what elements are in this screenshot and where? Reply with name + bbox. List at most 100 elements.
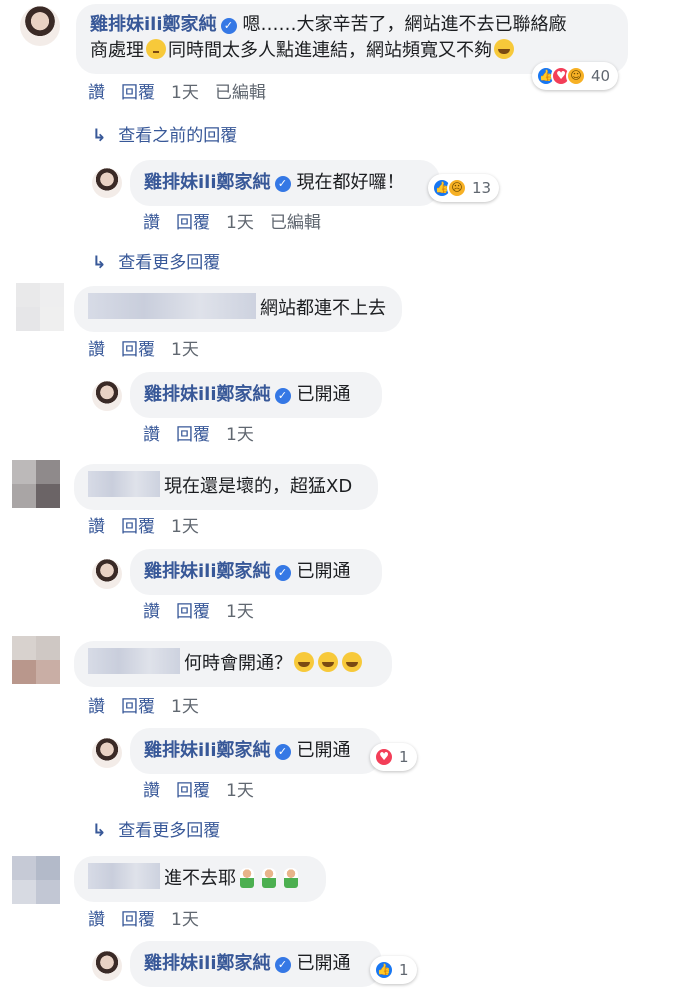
- reaction-summary[interactable]: 👍 ☹ 13: [428, 174, 500, 202]
- author-name-link[interactable]: 雞排妹ili鄭家純: [144, 384, 271, 405]
- user-avatar[interactable]: [12, 460, 60, 508]
- reply-link[interactable]: 回覆: [121, 517, 155, 537]
- comment-bubble: 現在還是壞的，超猛XD: [74, 464, 378, 510]
- person-gesture-emoji-icon: [284, 868, 298, 888]
- like-link[interactable]: 讚: [143, 781, 160, 801]
- comment-text: 網站都連不上去: [260, 298, 386, 319]
- reply-bubble: 雞排妹ili鄭家純 ✓ 已開通: [130, 728, 382, 774]
- verified-badge-icon: ✓: [274, 176, 291, 192]
- timestamp[interactable]: 1天: [226, 781, 254, 801]
- reply-arrow-icon: ↳: [92, 126, 107, 146]
- author-name-link[interactable]: 雞排妹ili鄭家純: [144, 172, 271, 193]
- timestamp[interactable]: 1天: [171, 83, 199, 103]
- reply-text: 已開通: [296, 953, 351, 974]
- see-previous-replies-link[interactable]: ↳ 查看之前的回覆: [92, 121, 237, 146]
- reply-actions: 讚回覆 1天: [143, 420, 270, 445]
- reply-link[interactable]: 回覆: [121, 697, 155, 717]
- sad-face-emoji-icon: [146, 39, 166, 59]
- author-name-link[interactable]: 雞排妹ili鄭家純: [144, 561, 271, 582]
- reply-link[interactable]: 回覆: [176, 425, 210, 445]
- reply-link[interactable]: 回覆: [176, 781, 210, 801]
- redacted-username[interactable]: [88, 648, 180, 674]
- like-link[interactable]: 讚: [88, 697, 105, 717]
- like-link[interactable]: 讚: [143, 213, 160, 233]
- like-link[interactable]: 讚: [143, 602, 160, 622]
- verified-badge-icon: ✓: [274, 388, 291, 404]
- like-reaction-icon: 👍: [374, 960, 394, 980]
- reply-actions: 讚回覆 1天: [143, 776, 270, 801]
- timestamp[interactable]: 1天: [171, 340, 199, 360]
- timestamp[interactable]: 1天: [226, 602, 254, 622]
- reply-link[interactable]: 回覆: [121, 910, 155, 930]
- edited-label[interactable]: 已編輯: [215, 83, 266, 103]
- reaction-summary[interactable]: ♥ 1: [370, 743, 417, 771]
- user-avatar[interactable]: [12, 856, 60, 904]
- like-link[interactable]: 讚: [88, 83, 105, 103]
- reply-arrow-icon: ↳: [92, 821, 107, 841]
- comment-text: 何時會開通？: [184, 653, 292, 674]
- author-avatar[interactable]: [92, 381, 122, 411]
- reply-link[interactable]: 回覆: [121, 340, 155, 360]
- reply-actions: 讚回覆 1天 已編輯: [143, 208, 337, 233]
- redacted-username[interactable]: [88, 863, 160, 889]
- reply-arrow-icon: ↳: [92, 253, 107, 273]
- author-avatar[interactable]: [92, 168, 122, 198]
- reply-text: 已開通: [296, 740, 351, 761]
- verified-badge-icon: ✓: [220, 18, 237, 34]
- reply-link[interactable]: 回覆: [176, 602, 210, 622]
- timestamp[interactable]: 1天: [171, 697, 199, 717]
- author-name-link[interactable]: 雞排妹ili鄭家純: [144, 740, 271, 761]
- reply-text: 現在都好囉！: [296, 172, 405, 193]
- timestamp[interactable]: 1天: [171, 910, 199, 930]
- author-name-link[interactable]: 雞排妹ili鄭家純: [90, 14, 217, 35]
- laughing-emoji-icon: [318, 652, 338, 672]
- comment-actions: 讚回覆 1天: [88, 335, 215, 360]
- user-avatar[interactable]: [16, 283, 64, 331]
- see-more-label: 查看更多回覆: [118, 821, 221, 841]
- user-avatar[interactable]: [12, 636, 60, 684]
- reaction-count: 40: [591, 67, 611, 85]
- comment-bubble: 網站都連不上去: [74, 286, 402, 332]
- comment-text: 現在還是壞的，超猛XD: [164, 476, 353, 497]
- verified-badge-icon: ✓: [274, 957, 291, 973]
- reply-text: 已開通: [296, 384, 351, 405]
- timestamp[interactable]: 1天: [226, 213, 254, 233]
- reaction-summary[interactable]: 👍 1: [370, 956, 417, 984]
- like-link[interactable]: 讚: [88, 910, 105, 930]
- crying-face-emoji-icon: [494, 39, 514, 59]
- reaction-summary[interactable]: 👍 ♥ ☺ 40: [532, 62, 619, 90]
- reaction-count: 1: [399, 961, 409, 979]
- redacted-username[interactable]: [88, 471, 160, 497]
- author-name-link[interactable]: 雞排妹ili鄭家純: [144, 953, 271, 974]
- see-more-replies-link[interactable]: ↳ 查看更多回覆: [92, 248, 220, 273]
- timestamp[interactable]: 1天: [226, 425, 254, 445]
- reply-text: 已開通: [296, 561, 351, 582]
- edited-label[interactable]: 已編輯: [270, 213, 321, 233]
- reply-bubble: 雞排妹ili鄭家純 ✓ 已開通: [130, 372, 382, 418]
- author-avatar[interactable]: [92, 559, 122, 589]
- comment-actions: 讚回覆 1天: [88, 905, 215, 930]
- comment-bubble: 何時會開通？: [74, 641, 392, 687]
- laughing-emoji-icon: [294, 652, 314, 672]
- like-link[interactable]: 讚: [143, 425, 160, 445]
- reaction-count: 1: [399, 748, 409, 766]
- see-previous-label: 查看之前的回覆: [118, 126, 238, 146]
- redacted-username[interactable]: [88, 293, 256, 319]
- author-avatar[interactable]: [20, 6, 60, 46]
- author-avatar[interactable]: [92, 951, 122, 981]
- reply-link[interactable]: 回覆: [176, 213, 210, 233]
- like-link[interactable]: 讚: [88, 340, 105, 360]
- verified-badge-icon: ✓: [274, 744, 291, 760]
- comment-actions: 讚回覆 1天: [88, 692, 215, 717]
- person-gesture-emoji-icon: [240, 868, 254, 888]
- author-avatar[interactable]: [92, 738, 122, 768]
- comment-actions: 讚回覆 1天: [88, 512, 215, 537]
- love-reaction-icon: ♥: [374, 747, 394, 767]
- laughing-emoji-icon: [342, 652, 362, 672]
- like-link[interactable]: 讚: [88, 517, 105, 537]
- see-more-replies-link[interactable]: ↳ 查看更多回覆: [92, 816, 220, 841]
- timestamp[interactable]: 1天: [171, 517, 199, 537]
- reaction-count: 13: [472, 179, 492, 197]
- reply-link[interactable]: 回覆: [121, 83, 155, 103]
- verified-badge-icon: ✓: [274, 565, 291, 581]
